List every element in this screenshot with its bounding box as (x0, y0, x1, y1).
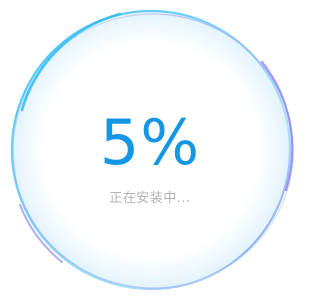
installer-progress-screen: 5% 正在安装中... (0, 0, 300, 299)
progress-percent: 5% (99, 106, 201, 179)
install-status-text: 正在安装中... (109, 191, 191, 206)
